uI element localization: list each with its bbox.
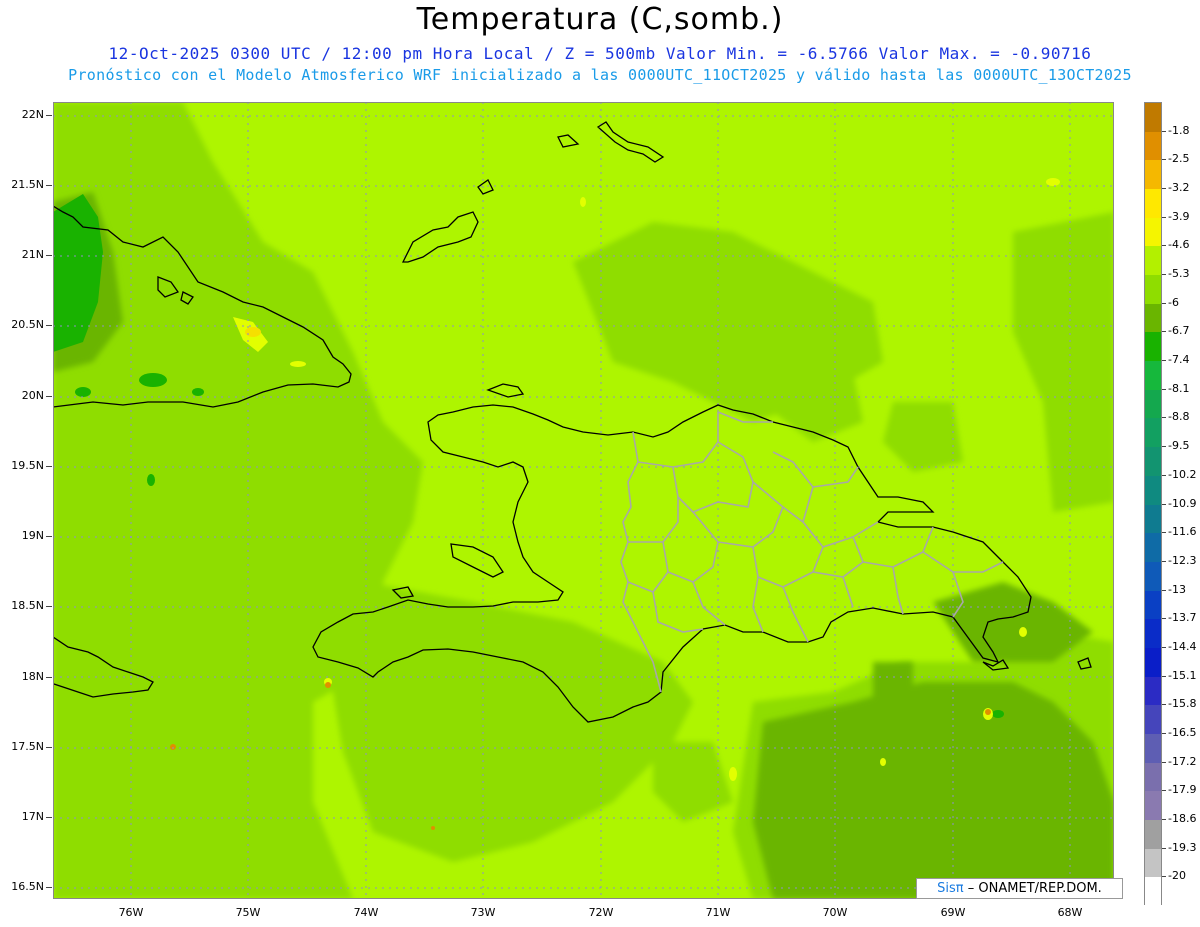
x-tick: 74W [353, 906, 379, 919]
legend-swatch [1145, 246, 1161, 276]
y-tick: 16.5N [0, 880, 52, 893]
y-tick: 22N [0, 108, 52, 121]
valid-time-subtitle: 12-Oct-2025 0300 UTC / 12:00 pm Hora Loc… [108, 44, 1092, 63]
y-tick: 18N [0, 670, 52, 683]
x-tick: 68W [1057, 906, 1083, 919]
y-tick: 19.5N [0, 459, 52, 472]
legend-swatch [1145, 619, 1161, 649]
legend-label: -8.8 [1161, 410, 1190, 424]
legend-label: -1.8 [1161, 123, 1190, 137]
legend-label: -3.9 [1161, 209, 1190, 223]
legend-swatch [1145, 275, 1161, 305]
legend-label: -5.3 [1161, 267, 1190, 281]
legend-swatch [1145, 705, 1161, 735]
y-tick: 21.5N [0, 178, 52, 191]
legend-swatch [1145, 647, 1161, 678]
y-tick: 17.5N [0, 740, 52, 753]
legend-swatch [1145, 361, 1161, 391]
legend-label: -9.5 [1161, 439, 1190, 453]
legend-swatch [1145, 332, 1161, 362]
x-tick: 72W [588, 906, 614, 919]
legend-swatch [1145, 303, 1161, 333]
legend-swatch [1145, 848, 1161, 878]
y-tick: 18.5N [0, 599, 52, 612]
legend-label: -20 [1162, 869, 1186, 883]
legend-swatch [1145, 418, 1161, 448]
x-tick: 69W [940, 906, 966, 919]
temperature-map [53, 102, 1114, 899]
legend-label: -18.6 [1161, 811, 1197, 825]
legend-label: -13.7 [1161, 611, 1197, 625]
legend-swatch [1145, 590, 1161, 620]
legend-swatch [1145, 676, 1161, 706]
legend-label: -8.1 [1161, 381, 1190, 395]
x-tick: 71W [705, 906, 731, 919]
legend-label: -7.4 [1161, 353, 1190, 367]
x-tick: 76W [118, 906, 144, 919]
legend-label: -19.3 [1161, 840, 1197, 854]
legend-swatch [1145, 533, 1161, 563]
model-subtitle: Pronóstico con el Modelo Atmosferico WRF… [68, 66, 1132, 84]
y-tick: 21N [0, 248, 52, 261]
legend-swatch [1145, 791, 1161, 821]
legend-label: -15.8 [1161, 697, 1197, 711]
legend-swatch [1145, 475, 1161, 505]
legend-label: -17.2 [1161, 754, 1197, 768]
legend-swatch [1145, 877, 1161, 907]
legend-swatch [1145, 561, 1161, 592]
legend-swatch [1145, 389, 1161, 419]
legend-label: -10.9 [1161, 496, 1197, 510]
legend-swatch [1145, 504, 1161, 534]
x-tick: 73W [470, 906, 496, 919]
legend-label: -17.9 [1161, 783, 1197, 797]
legend-label: -10.2 [1161, 467, 1197, 481]
legend-label: -6 [1162, 295, 1179, 309]
legend-swatch [1145, 217, 1161, 247]
legend-swatch [1145, 131, 1161, 161]
legend-label: -6.7 [1161, 324, 1190, 338]
legend-swatch [1145, 160, 1161, 190]
y-tick: 19N [0, 529, 52, 542]
legend-label: -16.5 [1161, 725, 1197, 739]
y-tick: 20.5N [0, 318, 52, 331]
legend-label: -13 [1162, 582, 1186, 596]
legend-label: -12.3 [1161, 553, 1197, 567]
sispi-logo: Sisπ [937, 881, 964, 896]
x-tick: 75W [235, 906, 261, 919]
color-scale-bar [1144, 102, 1162, 907]
legend-label: -15.1 [1161, 668, 1197, 682]
legend-label: -14.4 [1161, 639, 1197, 653]
credit-box: Sisπ – ONAMET/REP.DOM. [916, 878, 1123, 899]
y-tick: 20N [0, 389, 52, 402]
credit-text: – ONAMET/REP.DOM. [967, 881, 1102, 896]
legend-swatch [1145, 103, 1161, 133]
legend-label: -4.6 [1161, 238, 1190, 252]
legend-swatch [1145, 447, 1161, 477]
legend-label: -11.6 [1161, 525, 1197, 539]
legend-swatch [1145, 189, 1161, 219]
y-tick: 17N [0, 810, 52, 823]
legend-label: -2.5 [1161, 152, 1190, 166]
legend-swatch [1145, 762, 1161, 792]
map-title: Temperatura (C,somb.) [416, 2, 784, 37]
x-tick: 70W [822, 906, 848, 919]
legend-swatch [1145, 819, 1161, 850]
legend-swatch [1145, 733, 1161, 764]
legend-label: -3.2 [1161, 181, 1190, 195]
